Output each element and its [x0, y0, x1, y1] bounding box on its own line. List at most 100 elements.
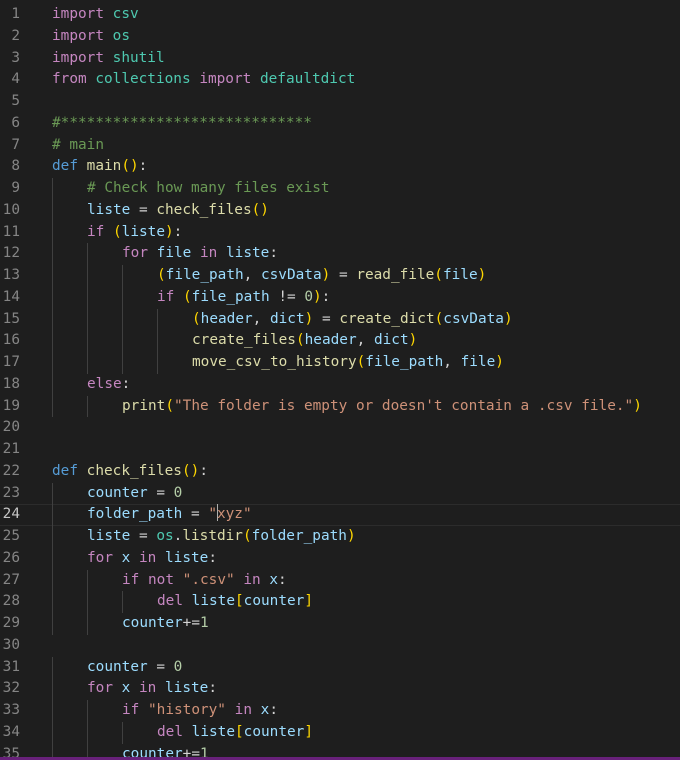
indent-guide: [52, 330, 53, 352]
line-code: def check_files():: [52, 461, 208, 483]
code-token: liste: [191, 593, 235, 610]
line-code: def main():: [52, 156, 147, 178]
code-line[interactable]: 27 if not ".csv" in x:: [0, 569, 680, 592]
code-line[interactable]: 31 counter = 0: [0, 656, 680, 679]
code-token: ,: [356, 332, 374, 349]
indent-guide: [87, 395, 88, 418]
code-token: del: [157, 593, 183, 610]
code-line[interactable]: 2 import os: [0, 26, 680, 48]
code-line[interactable]: 21: [0, 439, 680, 461]
line-code: if not ".csv" in x:: [122, 570, 287, 592]
code-line[interactable]: 25 liste = os.listdir(folder_path): [0, 526, 680, 548]
code-token: :: [321, 288, 331, 305]
code-token: # Check how many files exist: [87, 180, 330, 196]
code-token: import: [52, 27, 104, 44]
code-token: =: [147, 658, 174, 675]
code-line[interactable]: 19 print("The folder is empty or doesn't …: [0, 395, 680, 418]
line-number: 10: [2, 201, 20, 218]
code-line[interactable]: 10 liste = check_files(): [0, 199, 680, 222]
code-lines[interactable]: 1 import csv 2 import os 3 import shutil 4 from…: [0, 0, 680, 760]
line-code: if "history" in x:: [122, 700, 278, 722]
code-line[interactable]: 4 from collections import defaultdict: [0, 69, 680, 91]
code-line[interactable]: 26 for x in liste:: [0, 547, 680, 570]
indent-guide: [87, 330, 88, 352]
indent-guide: [52, 700, 53, 722]
code-line[interactable]: 17 move_csv_to_history(file_path, file): [0, 352, 680, 374]
indent-guide: [122, 308, 123, 331]
code-token: ]: [304, 723, 313, 740]
code-token: os: [156, 528, 174, 544]
code-token: :: [173, 223, 183, 240]
code-line[interactable]: 5: [0, 91, 680, 113]
line-code: (header, dict) = create_dict(csvData): [192, 309, 513, 331]
code-line[interactable]: 15 (header, dict) = create_dict(csvData): [0, 308, 680, 331]
code-token: ,: [243, 267, 261, 283]
code-line[interactable]: 22 def check_files():: [0, 461, 680, 483]
code-line[interactable]: 7 # main: [0, 135, 680, 157]
code-line[interactable]: 18 else:: [0, 373, 680, 396]
code-line[interactable]: 20: [0, 417, 680, 439]
code-line[interactable]: 30: [0, 635, 680, 657]
code-line[interactable]: 34 del liste[counter]: [0, 721, 680, 744]
code-line[interactable]: 11 if (liste):: [0, 221, 680, 244]
code-token: ): [503, 310, 513, 327]
code-token: ): [495, 354, 504, 370]
code-line[interactable]: 28 del liste[counter]: [0, 591, 680, 613]
code-line[interactable]: 9 # Check how many files exist: [0, 178, 680, 200]
line-code: import shutil: [52, 48, 165, 70]
code-token: (: [356, 354, 366, 370]
code-token: 1: [199, 615, 209, 631]
line-number: 12: [2, 245, 20, 262]
code-token: :: [208, 680, 218, 697]
code-line[interactable]: 12 for file in liste:: [0, 243, 680, 265]
indent-guide: [52, 265, 53, 287]
line-number: 31: [2, 658, 20, 675]
code-token: file_path: [365, 354, 444, 370]
code-token: in: [243, 571, 261, 588]
code-token: import: [52, 49, 104, 66]
code-line[interactable]: 24 folder_path = "xyz": [0, 504, 680, 526]
indent-guide: [157, 330, 158, 352]
code-line[interactable]: 8 def main():: [0, 156, 680, 178]
line-number: 20: [2, 419, 20, 436]
code-line[interactable]: 33 if "history" in x:: [0, 700, 680, 722]
code-token: (): [251, 201, 269, 218]
code-line[interactable]: 1 import csv: [0, 4, 680, 26]
code-line[interactable]: 32 for x in liste:: [0, 678, 680, 700]
code-token: dict: [373, 332, 409, 349]
code-token: file_path: [165, 267, 244, 283]
code-line[interactable]: 3 import shutil: [0, 48, 680, 70]
code-token: xyz": [216, 506, 252, 523]
code-token: if: [87, 223, 105, 240]
code-editor[interactable]: 1 import csv 2 import os 3 import shutil 4 from…: [0, 0, 680, 760]
code-token: counter: [243, 723, 305, 740]
code-token: csvData: [260, 267, 322, 283]
code-token: ): [408, 332, 418, 349]
code-line[interactable]: 29 counter+=1: [0, 613, 680, 635]
code-token: for: [87, 549, 113, 566]
line-code: print("The folder is empty or doesn't co…: [122, 396, 642, 418]
code-token: (: [295, 332, 305, 349]
indent-guide: [52, 221, 53, 244]
code-line[interactable]: 6 #*****************************: [0, 113, 680, 135]
indent-guide: [52, 721, 53, 744]
code-line[interactable]: 13 (file_path, csvData) = read_file(file): [0, 265, 680, 287]
code-token: [: [235, 723, 244, 740]
code-line[interactable]: 16 create_files(header, dict): [0, 330, 680, 352]
code-line[interactable]: 14 if (file_path != 0):: [0, 286, 680, 309]
line-code: # Check how many files exist: [87, 178, 330, 200]
indent-guide: [87, 308, 88, 331]
code-line[interactable]: 23 counter = 0: [0, 482, 680, 505]
indent-guide: [52, 678, 53, 700]
indent-guide: [122, 352, 123, 374]
